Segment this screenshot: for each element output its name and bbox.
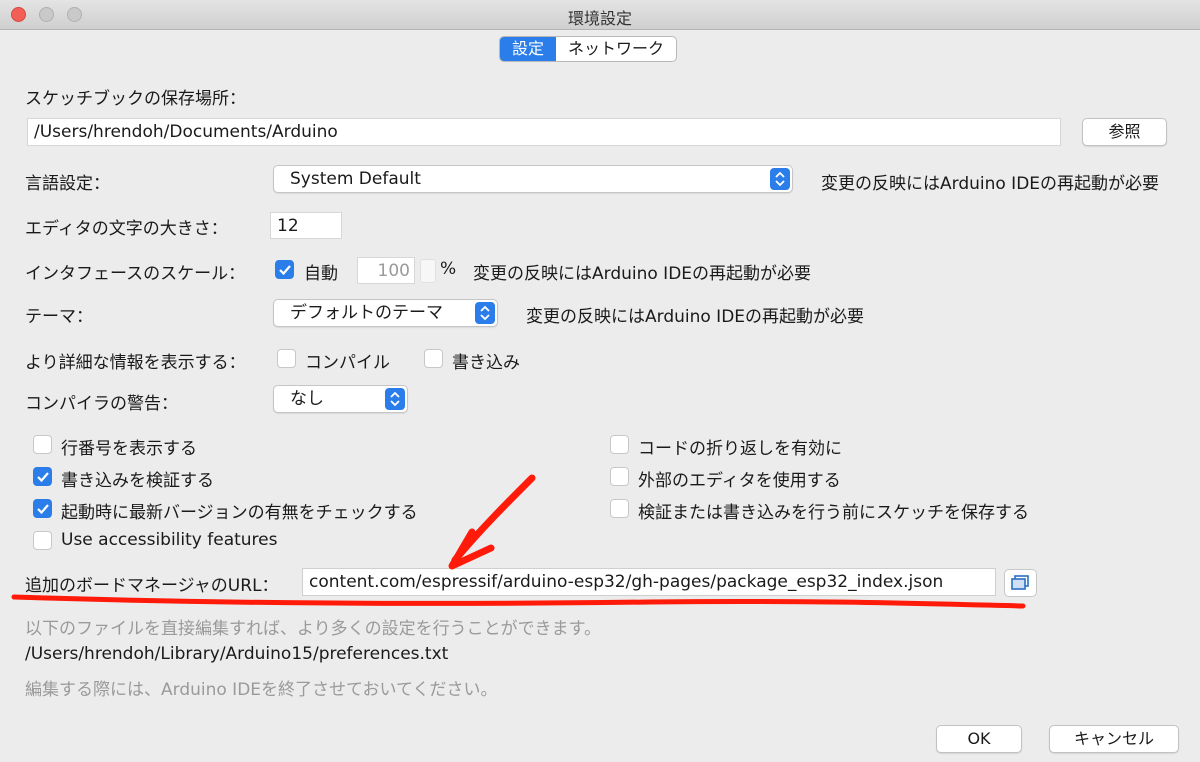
tab-settings[interactable]: 設定	[500, 37, 557, 61]
scale-label: インタフェースのスケール：	[25, 264, 246, 284]
edit-file-hint: 以下のファイルを直接編集すれば、より多くの設定を行うことができます。	[25, 619, 601, 639]
url-list-button[interactable]	[1004, 569, 1037, 597]
preferences-file-path: /Users/hrendoh/Library/Arduino15/prefere…	[25, 644, 449, 664]
show-line-numbers-label: 行番号を表示する	[61, 439, 197, 459]
check-updates-label: 起動時に最新バージョンの有無をチェックする	[61, 503, 418, 523]
verify-upload-label: 書き込みを検証する	[61, 471, 214, 491]
select-arrows-icon	[475, 302, 495, 324]
sketchbook-label: スケッチブックの保存場所：	[25, 89, 246, 109]
verbose-label: より詳細な情報を表示する：	[25, 353, 246, 373]
tab-network[interactable]: ネットワーク	[556, 37, 676, 61]
title-bar: 環境設定	[0, 0, 1200, 30]
select-arrows-icon	[385, 388, 405, 410]
external-editor-label: 外部のエディタを使用する	[638, 471, 841, 491]
font-size-input[interactable]: 12	[270, 212, 342, 239]
checkmark-icon	[37, 472, 49, 483]
theme-label: テーマ：	[25, 307, 93, 327]
scale-auto-label: 自動	[304, 264, 338, 284]
verbose-compile-label: コンパイル	[305, 353, 390, 373]
save-before-upload-label: 検証または書き込みを行う前にスケッチを保存する	[638, 503, 1029, 523]
verbose-upload-label: 書き込み	[452, 353, 520, 373]
tab-bar: 設定 ネットワーク	[499, 36, 678, 62]
checkmark-icon	[279, 265, 291, 276]
theme-restart-note: 変更の反映にはArduino IDEの再起動が必要	[526, 307, 865, 327]
scale-auto-checkbox[interactable]	[275, 260, 294, 279]
sketchbook-path-input[interactable]: /Users/hrendoh/Documents/Arduino	[27, 118, 1061, 146]
red-underline-icon	[11, 594, 1026, 609]
warnings-label: コンパイラの警告：	[25, 394, 178, 414]
scale-percent-input[interactable]: 100	[357, 257, 415, 284]
accessibility-checkbox[interactable]	[33, 531, 52, 550]
red-arrow-shaft-icon	[451, 474, 536, 564]
warnings-select[interactable]: なし	[273, 385, 408, 413]
warnings-select-value: なし	[290, 389, 324, 409]
window-title: 環境設定	[567, 9, 632, 28]
language-select[interactable]: System Default	[273, 165, 793, 193]
ok-button[interactable]: OK	[936, 725, 1022, 753]
board-manager-url-label: 追加のボードマネージャのURL：	[25, 576, 279, 596]
show-line-numbers-checkbox[interactable]	[33, 435, 52, 454]
scale-unit: %	[440, 259, 457, 279]
font-size-label: エディタの文字の大きさ：	[25, 219, 228, 239]
check-updates-checkbox[interactable]	[33, 499, 52, 518]
verify-upload-checkbox[interactable]	[33, 467, 52, 486]
cancel-button[interactable]: キャンセル	[1049, 725, 1179, 753]
verbose-compile-checkbox[interactable]	[277, 349, 296, 368]
checkmark-icon	[37, 504, 49, 515]
save-before-upload-checkbox[interactable]	[610, 499, 629, 518]
language-select-value: System Default	[290, 169, 421, 189]
scale-restart-note: 変更の反映にはArduino IDEの再起動が必要	[473, 264, 812, 284]
window-list-icon	[1011, 575, 1029, 590]
close-ide-hint: 編集する際には、Arduino IDEを終了させておいてください。	[25, 680, 498, 700]
code-folding-checkbox[interactable]	[610, 435, 629, 454]
theme-select-value: デフォルトのテーマ	[290, 303, 443, 323]
external-editor-checkbox[interactable]	[610, 467, 629, 486]
language-label: 言語設定：	[25, 174, 110, 194]
scale-stepper[interactable]	[420, 259, 436, 283]
board-manager-url-input[interactable]: content.com/espressif/arduino-esp32/gh-p…	[302, 568, 996, 596]
accessibility-label: Use accessibility features	[61, 530, 278, 550]
browse-button[interactable]: 参照	[1082, 118, 1167, 146]
verbose-upload-checkbox[interactable]	[424, 349, 443, 368]
theme-select[interactable]: デフォルトのテーマ	[273, 299, 498, 327]
code-folding-label: コードの折り返しを有効に	[638, 439, 842, 459]
select-arrows-icon	[770, 168, 790, 190]
language-restart-note: 変更の反映にはArduino IDEの再起動が必要	[821, 174, 1160, 194]
red-arrow-head-icon	[448, 528, 495, 570]
